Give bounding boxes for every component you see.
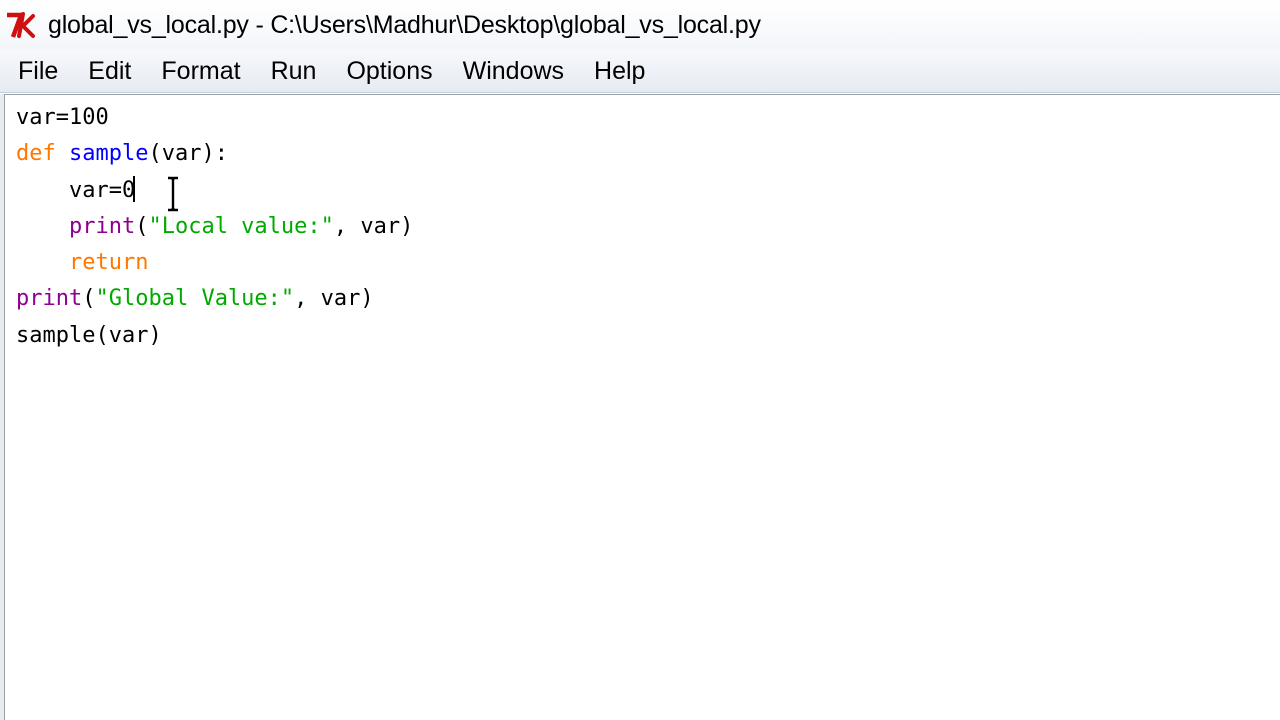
code-line[interactable]: sample(var) bbox=[16, 318, 1280, 354]
text-cursor-ibeam-icon bbox=[168, 176, 178, 212]
code-token: return bbox=[68, 250, 149, 276]
code-token: ( bbox=[82, 286, 96, 312]
menu-options[interactable]: Options bbox=[331, 57, 447, 86]
menu-windows[interactable]: Windows bbox=[448, 57, 579, 86]
menu-edit[interactable]: Edit bbox=[73, 57, 146, 86]
code-line[interactable]: var=0 bbox=[16, 173, 1280, 209]
code-token: (var): bbox=[148, 141, 228, 167]
code-token: sample(var) bbox=[16, 322, 162, 348]
code-line[interactable]: return bbox=[16, 245, 1280, 281]
code-line[interactable]: var=100 bbox=[16, 100, 1280, 136]
menu-bar: File Edit Format Run Options Windows Hel… bbox=[0, 50, 1280, 93]
menu-run[interactable]: Run bbox=[256, 57, 332, 86]
menu-help[interactable]: Help bbox=[579, 57, 660, 86]
text-caret bbox=[133, 175, 136, 202]
code-token: sample bbox=[69, 141, 149, 167]
code-token: ( bbox=[135, 213, 149, 239]
code-token: , var) bbox=[333, 213, 414, 239]
code-token: "Local value:" bbox=[148, 213, 334, 239]
menu-format[interactable]: Format bbox=[146, 57, 255, 86]
title-bar[interactable]: global_vs_local.py - C:\Users\Madhur\Des… bbox=[0, 0, 1280, 50]
code-token: def bbox=[16, 141, 56, 167]
code-line[interactable]: print("Global Value:", var) bbox=[16, 281, 1280, 317]
code-token: var=0 bbox=[16, 177, 136, 203]
code-token: "Global Value:" bbox=[95, 286, 295, 312]
code-text-area[interactable]: var=100 def sample(var): var=0 print("Loc… bbox=[16, 100, 1280, 720]
code-token: , var) bbox=[294, 286, 374, 312]
code-token: print bbox=[16, 286, 83, 312]
code-token: var=100 bbox=[16, 105, 109, 130]
window-title: global_vs_local.py - C:\Users\Madhur\Des… bbox=[48, 10, 761, 39]
code-line[interactable]: def sample(var): bbox=[16, 136, 1280, 172]
code-token: print bbox=[68, 213, 136, 239]
code-line[interactable]: print("Local value:", var) bbox=[16, 209, 1280, 245]
idle-tk-icon[interactable] bbox=[4, 7, 40, 43]
menu-file[interactable]: File bbox=[0, 57, 73, 86]
